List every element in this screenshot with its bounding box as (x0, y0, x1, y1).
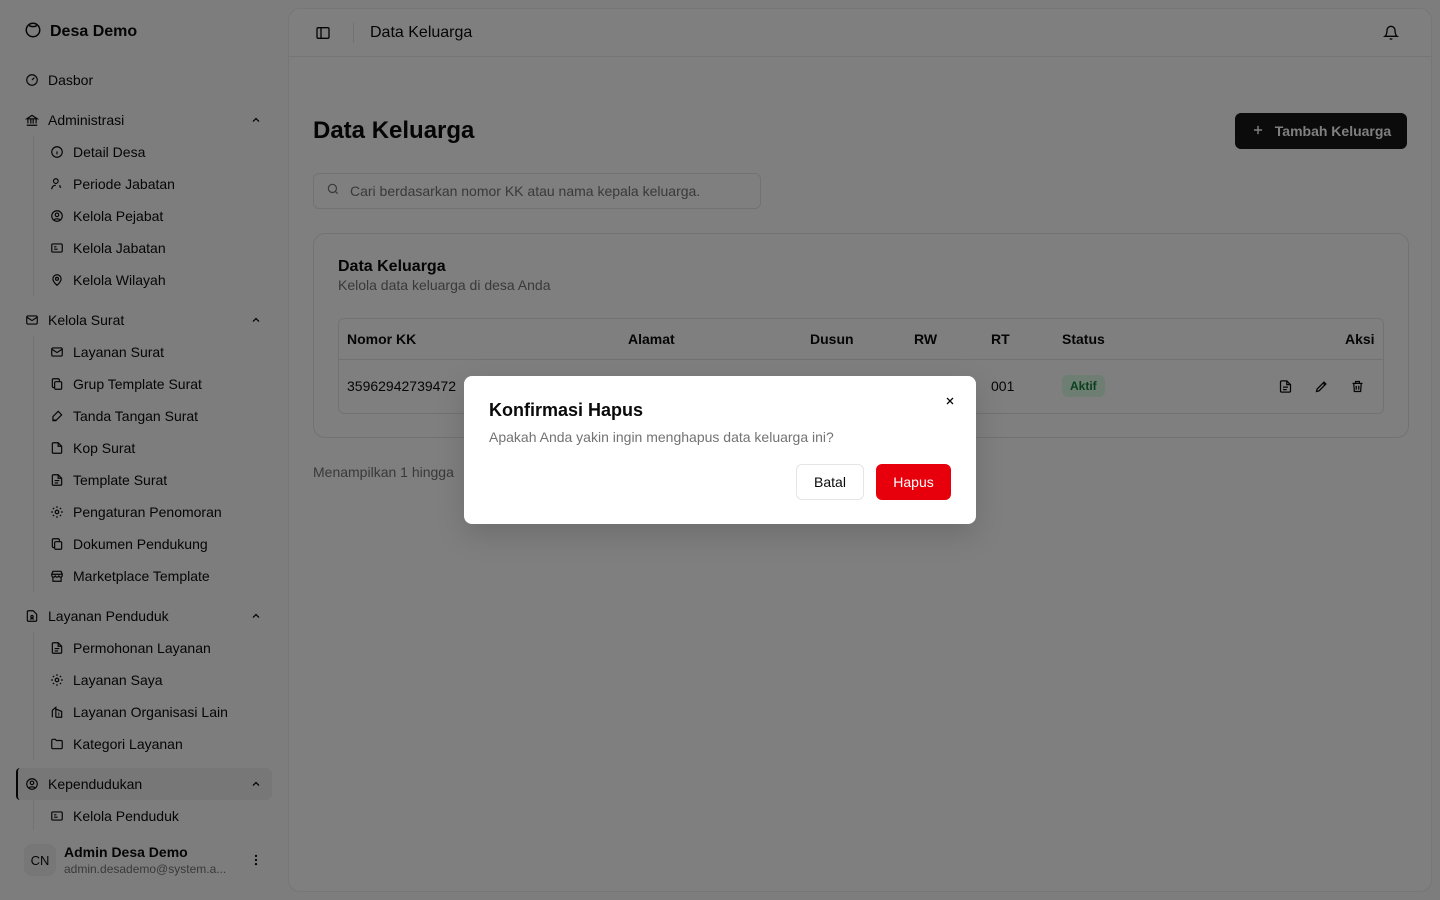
delete-confirm-dialog: Konfirmasi Hapus Apakah Anda yakin ingin… (464, 376, 976, 524)
close-icon[interactable] (942, 393, 958, 409)
dialog-title: Konfirmasi Hapus (489, 400, 644, 420)
cancel-button[interactable]: Batal (796, 464, 864, 500)
dialog-description: Apakah Anda yakin ingin menghapus data k… (489, 429, 834, 445)
delete-button[interactable]: Hapus (876, 464, 951, 500)
